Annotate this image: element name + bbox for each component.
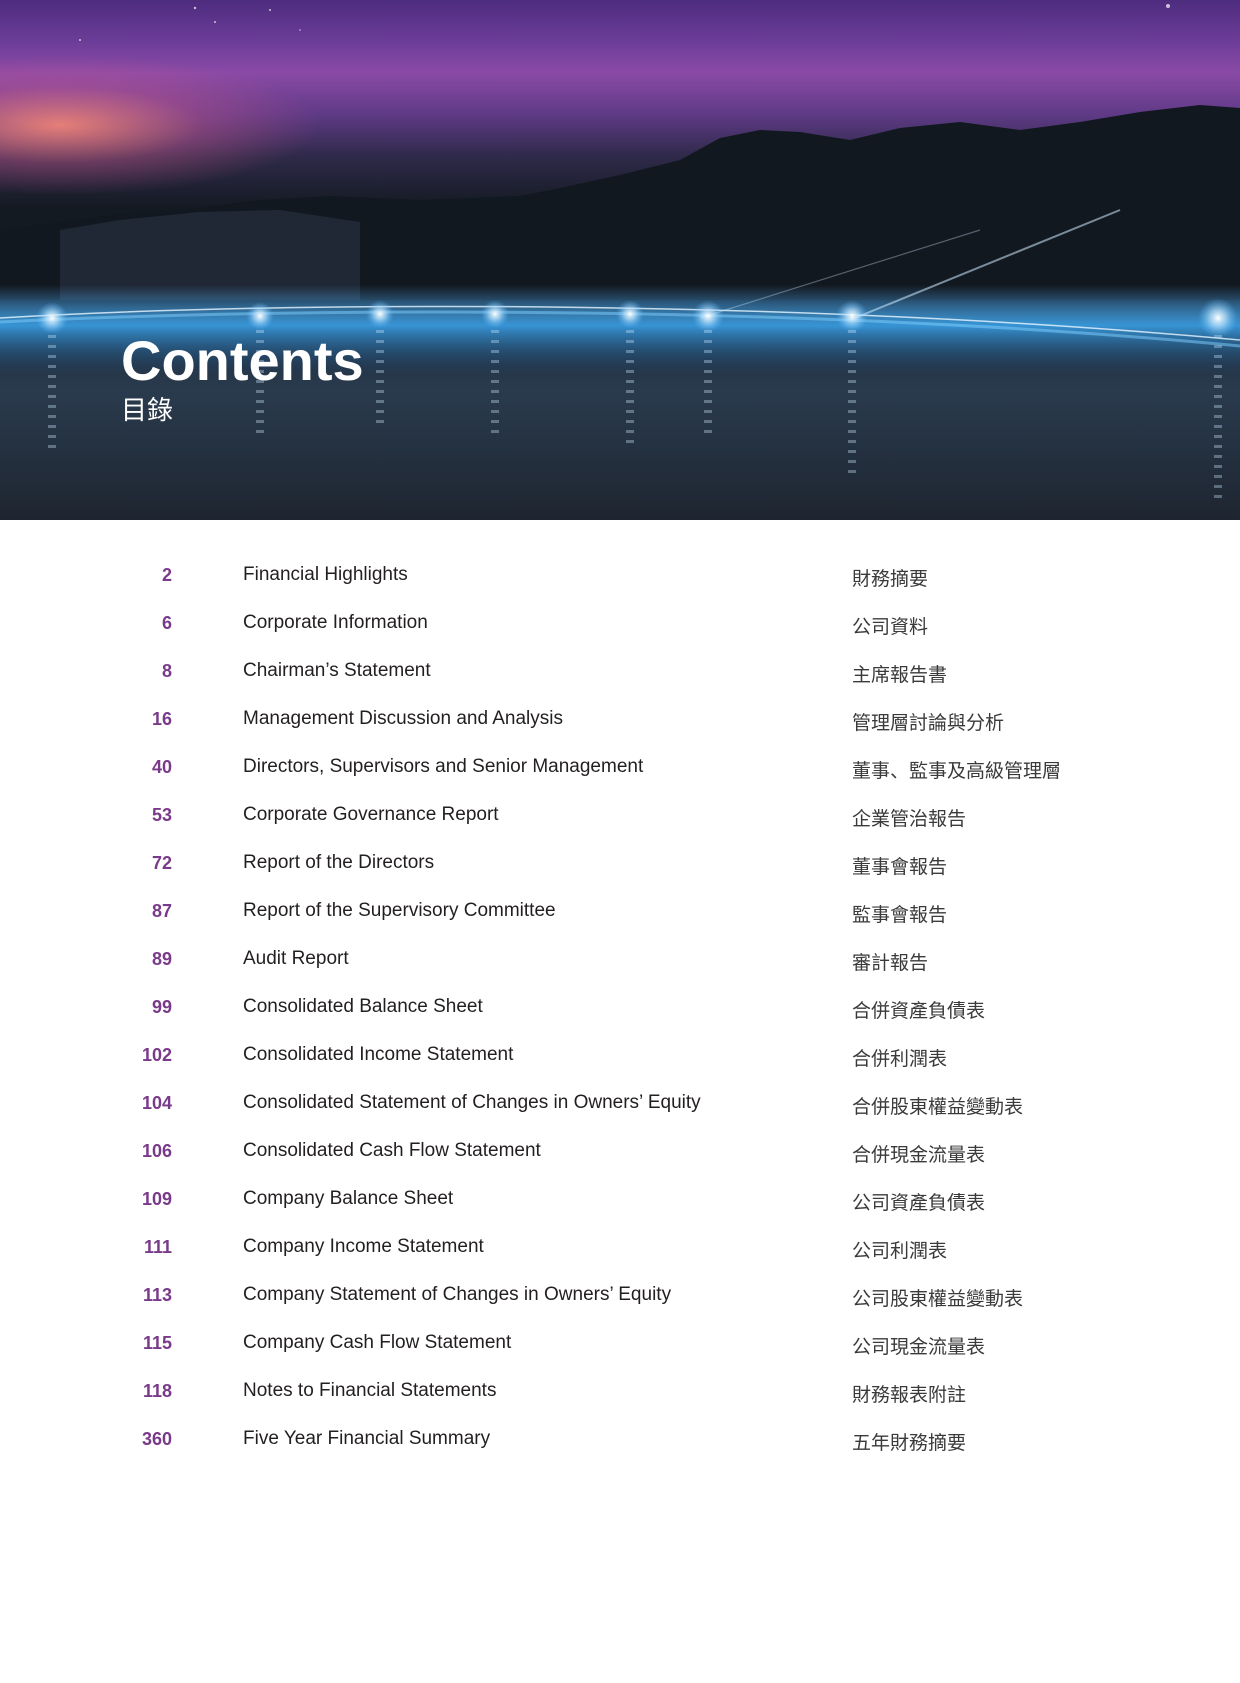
toc-page-number: 118 — [142, 1381, 172, 1401]
toc-row[interactable]: 87 Report of the Supervisory Committee 監事會… — [0, 889, 1240, 937]
toc-title-english: Chairman’s Statement — [243, 660, 431, 681]
toc-title-english: Directors, Supervisors and Senior Manage… — [243, 756, 644, 777]
toc-title-chinese: 企業管治報告 — [852, 808, 967, 830]
toc-title-english: Consolidated Cash Flow Statement — [243, 1140, 541, 1161]
toc-title-english: Notes to Financial Statements — [243, 1380, 497, 1401]
toc-title-english: Report of the Directors — [243, 852, 435, 873]
toc-title-english: Company Statement of Changes in Owners’ … — [243, 1284, 672, 1305]
toc-title-chinese: 合併資產負債表 — [852, 1000, 986, 1022]
toc-page-number: 53 — [151, 805, 172, 825]
toc-row[interactable]: 102 Consolidated Income Statement 合併利潤表 — [0, 1033, 1240, 1081]
toc-title-chinese: 合併現金流量表 — [852, 1144, 986, 1166]
toc-row[interactable]: 104 Consolidated Statement of Changes in … — [0, 1081, 1240, 1129]
toc-row[interactable]: 360 Five Year Financial Summary 五年財務摘要 — [0, 1417, 1240, 1465]
toc-title-english: Report of the Supervisory Committee — [243, 900, 556, 921]
toc-page-number: 106 — [141, 1141, 172, 1161]
toc-page-number: 109 — [141, 1189, 172, 1209]
toc-page-number: 40 — [151, 757, 172, 777]
toc-title-chinese: 主席報告書 — [852, 664, 948, 686]
toc-title-chinese: 審計報告 — [852, 952, 929, 974]
toc-row[interactable]: 99 Consolidated Balance Sheet 合併資產負債表 — [0, 985, 1240, 1033]
toc-page-number: 113 — [142, 1285, 172, 1305]
toc-row[interactable]: 106 Consolidated Cash Flow Statement 合併現金流… — [0, 1129, 1240, 1177]
toc-title-chinese: 公司利潤表 — [852, 1240, 948, 1262]
toc-title-chinese: 董事、監事及高級管理層 — [852, 760, 1062, 782]
toc-page-number: 87 — [151, 901, 172, 921]
toc-page-number: 102 — [141, 1045, 172, 1065]
night-landscape-illustration — [0, 4, 1240, 500]
toc-row[interactable]: 109 Company Balance Sheet 公司資產負債表 — [0, 1177, 1240, 1225]
toc-page-number: 111 — [143, 1237, 172, 1257]
toc-title-english: Financial Highlights — [243, 564, 408, 585]
table-of-contents: 2 Financial Highlights 財務摘要 6 Corporate Info… — [0, 553, 1240, 1465]
toc-title-english: Company Income Statement — [243, 1236, 484, 1257]
toc-row[interactable]: 113 Company Statement of Changes in Owner… — [0, 1273, 1240, 1321]
toc-row[interactable]: 72 Report of the Directors 董事會報告 — [0, 841, 1240, 889]
toc-page-number: 104 — [141, 1093, 172, 1113]
toc-page-number: 2 — [161, 565, 172, 585]
toc-title-chinese: 公司股東權益變動表 — [852, 1288, 1024, 1310]
toc-page-number: 16 — [151, 709, 172, 729]
toc-row[interactable]: 53 Corporate Governance Report 企業管治報告 — [0, 793, 1240, 841]
page-subtitle: 目錄 — [121, 396, 174, 426]
toc-row[interactable]: 115 Company Cash Flow Statement 公司現金流量表 — [0, 1321, 1240, 1369]
toc-title-english: Management Discussion and Analysis — [243, 708, 564, 729]
toc-row[interactable]: 118 Notes to Financial Statements 財務報表附註 — [0, 1369, 1240, 1417]
toc-title-english: Five Year Financial Summary — [243, 1428, 491, 1449]
toc-page-number: 72 — [151, 853, 172, 873]
cover-banner: Contents 目錄 — [0, 0, 1240, 520]
toc-title-chinese: 財務報表附註 — [852, 1384, 967, 1406]
toc-page-number: 8 — [161, 661, 172, 681]
toc-title-english: Company Balance Sheet — [243, 1188, 454, 1209]
toc-title-chinese: 公司現金流量表 — [852, 1336, 986, 1358]
toc-title-chinese: 合併股東權益變動表 — [852, 1096, 1024, 1118]
toc-title-chinese: 合併利潤表 — [852, 1048, 948, 1070]
toc-title-english: Company Cash Flow Statement — [243, 1332, 512, 1353]
toc-title-english: Consolidated Balance Sheet — [243, 996, 483, 1017]
page-title: Contents — [121, 329, 364, 392]
toc-page-number: 6 — [161, 613, 172, 633]
toc-page-number: 360 — [141, 1429, 172, 1449]
toc-row[interactable]: 8 Chairman’s Statement 主席報告書 — [0, 649, 1240, 697]
toc-title-chinese: 董事會報告 — [852, 856, 948, 878]
toc-page-number: 115 — [142, 1333, 172, 1353]
toc-title-chinese: 監事會報告 — [852, 904, 948, 926]
toc-title-chinese: 公司資產負債表 — [852, 1192, 986, 1214]
toc-row[interactable]: 2 Financial Highlights 財務摘要 — [0, 553, 1240, 601]
toc-title-english: Corporate Governance Report — [243, 804, 499, 825]
toc-row[interactable]: 111 Company Income Statement 公司利潤表 — [0, 1225, 1240, 1273]
toc-row[interactable]: 6 Corporate Information 公司資料 — [0, 601, 1240, 649]
toc-row[interactable]: 89 Audit Report 審計報告 — [0, 937, 1240, 985]
toc-title-chinese: 管理層討論與分析 — [852, 712, 1005, 734]
toc-title-english: Consolidated Income Statement — [243, 1044, 514, 1065]
toc-title-english: Consolidated Statement of Changes in Own… — [243, 1092, 701, 1113]
toc-title-chinese: 財務摘要 — [852, 568, 929, 590]
toc-row[interactable]: 40 Directors, Supervisors and Senior Mana… — [0, 745, 1240, 793]
toc-title-chinese: 公司資料 — [852, 616, 929, 638]
toc-row[interactable]: 16 Management Discussion and Analysis 管理層討… — [0, 697, 1240, 745]
toc-title-chinese: 五年財務摘要 — [852, 1432, 967, 1454]
toc-title-english: Audit Report — [243, 948, 349, 969]
toc-page-number: 89 — [151, 949, 172, 969]
toc-page-number: 99 — [151, 997, 172, 1017]
toc-title-english: Corporate Information — [243, 612, 428, 633]
